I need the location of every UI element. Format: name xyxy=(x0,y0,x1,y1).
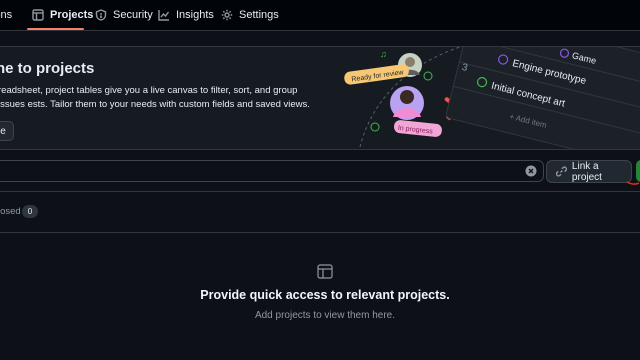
link-project-button[interactable]: Link a project xyxy=(546,160,632,183)
empty-state-subtitle: Add projects to view them here. xyxy=(254,310,396,321)
table-icon xyxy=(32,9,44,21)
shield-icon xyxy=(95,9,107,21)
active-tab-indicator xyxy=(27,28,84,30)
table-icon xyxy=(317,264,333,279)
project-search-input[interactable] xyxy=(0,160,544,182)
annotation-mark xyxy=(626,181,640,185)
empty-state-title: Provide quick access to relevant project… xyxy=(200,288,450,302)
ready-badge: Ready for review xyxy=(344,64,409,85)
link-icon xyxy=(556,166,567,177)
closed-count-badge: 0 xyxy=(22,205,38,218)
tab-projects-label: Projects xyxy=(50,9,94,21)
banner-description: readsheet, project tables give you a liv… xyxy=(0,85,310,110)
tab-settings[interactable]: Settings xyxy=(221,0,279,30)
clear-search-icon[interactable] xyxy=(525,165,537,177)
graph-icon xyxy=(158,10,170,21)
tab-insights-label: Insights xyxy=(176,9,214,21)
new-project-button[interactable] xyxy=(636,160,640,182)
projects-welcome-banner: ne to projects readsheet, project tables… xyxy=(0,46,640,150)
banner-illustration: ♫ Ready for review In progress ❤ ❤ 2 xyxy=(344,47,640,149)
svg-text:♫: ♫ xyxy=(380,49,387,59)
link-project-label: Link a project xyxy=(571,160,602,183)
tab-security-label: Security xyxy=(113,9,153,21)
filter-row: losed 0 xyxy=(0,191,640,233)
repo-nav: ions Projects Security Insights Settings xyxy=(0,0,640,31)
tab-projects[interactable]: Projects xyxy=(32,0,93,30)
closed-filter[interactable]: losed xyxy=(0,206,21,217)
tab-security[interactable]: Security xyxy=(95,0,153,30)
tab-actions-label: ions xyxy=(0,9,13,21)
tab-settings-label: Settings xyxy=(239,9,279,21)
banner-action-button[interactable]: e xyxy=(0,121,14,141)
tab-actions[interactable]: ions xyxy=(0,0,12,30)
gear-icon xyxy=(221,9,233,21)
progress-badge: In progress xyxy=(393,120,442,137)
banner-title: ne to projects xyxy=(0,60,95,77)
tab-insights[interactable]: Insights xyxy=(158,0,214,30)
banner-action-button-label: e xyxy=(0,125,6,137)
